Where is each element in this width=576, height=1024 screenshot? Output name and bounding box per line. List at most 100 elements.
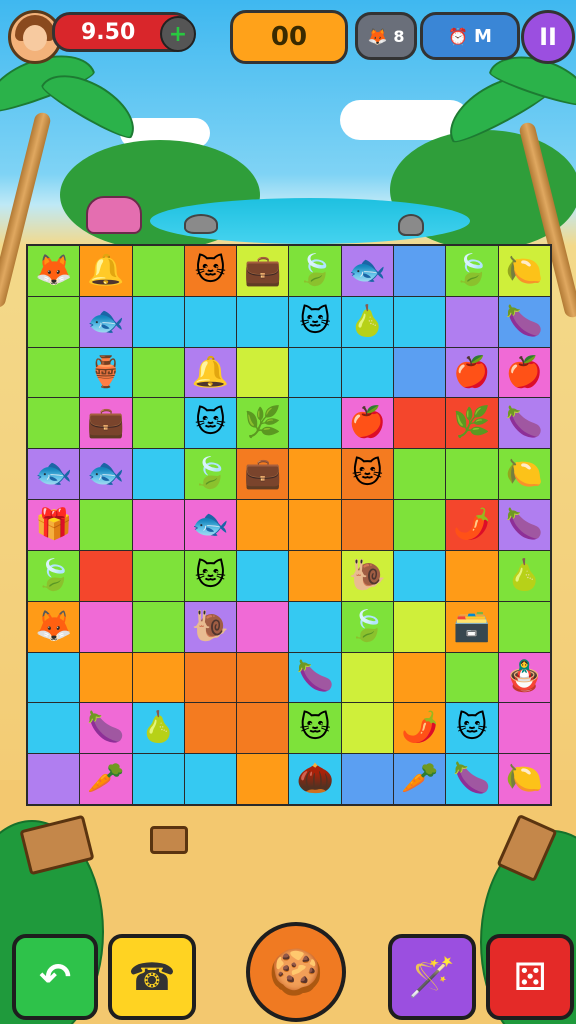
undo-button[interactable]: ↶ — [12, 934, 98, 1020]
board-tile[interactable] — [132, 296, 184, 347]
board-tile[interactable] — [28, 652, 80, 703]
board-tile[interactable] — [341, 347, 394, 398]
board-tile[interactable]: 🐟 — [341, 246, 394, 296]
board-tile[interactable]: 🍋 — [498, 246, 550, 296]
cookie-button[interactable]: 🍪 — [246, 922, 346, 1022]
board-tile[interactable]: 💼 — [80, 398, 132, 449]
board-tile[interactable] — [341, 500, 394, 550]
board-tile[interactable] — [80, 601, 132, 652]
board-tile[interactable] — [341, 703, 394, 754]
board-tile[interactable]: 🐱 — [184, 398, 237, 449]
board-tile[interactable]: 🍆 — [289, 652, 341, 703]
magic-wand-button[interactable]: 🪄 — [388, 934, 476, 1020]
board-tile[interactable]: 🐱 — [184, 550, 237, 601]
board-tile[interactable] — [289, 449, 341, 500]
board-tile[interactable] — [498, 601, 550, 652]
board-tile[interactable]: 🦊 — [28, 601, 80, 652]
board-tile[interactable] — [289, 347, 341, 398]
board-tile[interactable]: 🐟 — [80, 296, 132, 347]
board-tile[interactable] — [132, 601, 184, 652]
board-tile[interactable] — [184, 703, 237, 754]
board-tile[interactable]: 🍎 — [498, 347, 550, 398]
board-tile[interactable]: 🍋 — [498, 754, 550, 804]
board-tile[interactable] — [132, 398, 184, 449]
board-tile[interactable]: 🍐 — [498, 550, 550, 601]
board-tile[interactable] — [289, 601, 341, 652]
board-tile[interactable]: 🍆 — [498, 296, 550, 347]
board-tile[interactable] — [237, 296, 289, 347]
board-tile[interactable] — [341, 754, 394, 804]
board-tile[interactable]: 🍃 — [341, 601, 394, 652]
board-tile[interactable] — [132, 449, 184, 500]
board-tile[interactable]: 🥕 — [394, 754, 446, 804]
board-tile[interactable] — [289, 398, 341, 449]
timer-display[interactable]: ⏰ M — [420, 12, 520, 60]
board-tile[interactable]: 🐱 — [446, 703, 498, 754]
board-tile[interactable]: 🐟 — [184, 500, 237, 550]
board-tile[interactable] — [394, 449, 446, 500]
board-tile[interactable]: 🍃 — [446, 246, 498, 296]
board-tile[interactable]: 🐌 — [341, 550, 394, 601]
board-tile[interactable] — [341, 652, 394, 703]
board-tile[interactable] — [28, 398, 80, 449]
board-tile[interactable] — [184, 754, 237, 804]
shuffle-button[interactable]: ⚄ — [486, 934, 574, 1020]
board-tile[interactable]: 🍆 — [446, 754, 498, 804]
board-tile[interactable]: 🐱 — [184, 246, 237, 296]
board-tile[interactable] — [80, 500, 132, 550]
board-tile[interactable] — [132, 500, 184, 550]
board-tile[interactable] — [446, 449, 498, 500]
board-tile[interactable]: 🐌 — [184, 601, 237, 652]
board-tile[interactable] — [394, 550, 446, 601]
board-tile[interactable]: 🐱 — [341, 449, 394, 500]
board-tile[interactable] — [237, 500, 289, 550]
board-tile[interactable]: 🐟 — [28, 449, 80, 500]
booster-counter[interactable]: 🦊 8 — [355, 12, 417, 60]
board-tile[interactable]: 🍋 — [498, 449, 550, 500]
board-tile[interactable] — [498, 703, 550, 754]
board-tile[interactable] — [237, 347, 289, 398]
board-tile[interactable] — [446, 550, 498, 601]
board-tile[interactable]: 🐱 — [289, 296, 341, 347]
board-tile[interactable]: 🌶️ — [394, 703, 446, 754]
board-tile[interactable] — [132, 652, 184, 703]
board-tile[interactable]: 🍆 — [80, 703, 132, 754]
phone-button[interactable]: ☎ — [108, 934, 196, 1020]
board-tile[interactable]: 🏺 — [80, 347, 132, 398]
board-tile[interactable]: 🌿 — [237, 398, 289, 449]
board-tile[interactable] — [394, 500, 446, 550]
board-tile[interactable]: 🌶️ — [446, 500, 498, 550]
board-tile[interactable]: 🐱 — [289, 703, 341, 754]
board-tile[interactable]: 🌰 — [289, 754, 341, 804]
board-tile[interactable] — [132, 347, 184, 398]
board-tile[interactable] — [28, 754, 80, 804]
board-tile[interactable] — [289, 550, 341, 601]
board-tile[interactable]: 💼 — [237, 449, 289, 500]
board-tile[interactable]: 🍃 — [28, 550, 80, 601]
board-tile[interactable] — [28, 347, 80, 398]
add-currency-button[interactable]: + — [160, 16, 196, 52]
board-tile[interactable]: 🍆 — [498, 398, 550, 449]
board-tile[interactable] — [184, 652, 237, 703]
board-tile[interactable]: 🦊 — [28, 246, 80, 296]
board-tile[interactable]: 🥕 — [80, 754, 132, 804]
board-tile[interactable] — [28, 296, 80, 347]
board-tile[interactable] — [446, 296, 498, 347]
board-tile[interactable] — [394, 601, 446, 652]
board-tile[interactable]: 🍐 — [132, 703, 184, 754]
board-tile[interactable]: 🔔 — [80, 246, 132, 296]
board-tile[interactable]: 🍃 — [184, 449, 237, 500]
board-tile[interactable] — [237, 550, 289, 601]
board-tile[interactable] — [394, 652, 446, 703]
board-tile[interactable] — [80, 652, 132, 703]
board-tile[interactable] — [237, 703, 289, 754]
board-tile[interactable] — [394, 398, 446, 449]
board-tile[interactable] — [237, 652, 289, 703]
board-tile[interactable] — [132, 754, 184, 804]
board-tile[interactable] — [237, 601, 289, 652]
board-tile[interactable] — [132, 246, 184, 296]
board-tile[interactable]: 🪆 — [498, 652, 550, 703]
board-tile[interactable] — [446, 652, 498, 703]
board-tile[interactable]: 🍎 — [446, 347, 498, 398]
board-tile[interactable]: 🌿 — [446, 398, 498, 449]
